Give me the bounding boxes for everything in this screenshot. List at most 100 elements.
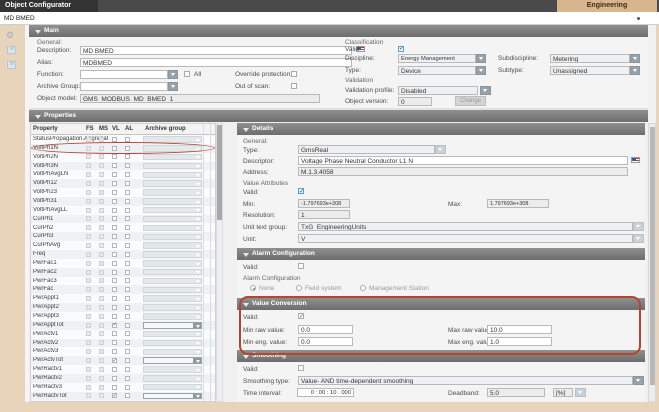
fs-checkbox[interactable] [86,181,91,186]
archive-group-dropdown[interactable] [143,163,202,170]
al-checkbox[interactable] [125,190,130,195]
vl-checkbox[interactable] [112,296,117,301]
vl-checkbox[interactable] [112,261,117,266]
archive-group-dropdown[interactable] [143,260,202,267]
subtype-dropdown[interactable]: Unassigned [550,66,630,75]
al-checkbox[interactable] [125,181,130,186]
unit-dropdown[interactable]: V [298,234,633,243]
section-header-details[interactable]: Details [237,123,645,135]
table-row[interactable]: PwrActv2 [31,339,215,348]
archive-group-dropdown[interactable] [143,393,202,400]
archive-group-dropdown[interactable] [143,207,202,214]
us-flag-icon[interactable] [631,157,640,163]
archive-group-dropdown[interactable] [143,295,202,302]
vl-checkbox[interactable] [112,314,117,319]
al-checkbox[interactable] [125,305,130,310]
table-row[interactable]: PwrFac [31,285,215,294]
ms-checkbox[interactable] [99,376,104,381]
al-checkbox[interactable] [125,137,130,142]
ms-checkbox[interactable] [99,358,104,363]
ms-checkbox[interactable] [99,243,104,248]
vl-checkbox[interactable] [112,172,117,177]
vl-checkbox[interactable] [112,181,117,186]
smoothing-type-dropdown[interactable]: Value- AND time-dependent smoothing [298,376,633,385]
ms-checkbox[interactable] [99,393,104,398]
archive-group-dropdown[interactable] [143,366,202,373]
ms-checkbox[interactable] [99,385,104,390]
fs-checkbox[interactable] [86,331,91,336]
fs-checkbox[interactable] [86,199,91,204]
details-type-dropdown-button[interactable] [435,145,446,154]
validation-profile-dropdown-button[interactable] [480,86,491,95]
table-row[interactable]: PwrAppt1 [31,294,215,303]
type-dropdown-button[interactable] [476,66,486,75]
smoothing-type-dropdown-button[interactable] [633,376,644,385]
fs-checkbox[interactable] [86,225,91,230]
fs-checkbox[interactable] [86,340,91,345]
details-valid-checkbox[interactable] [298,188,304,194]
fs-checkbox[interactable] [86,305,91,310]
al-checkbox[interactable] [125,323,130,328]
vl-checkbox[interactable] [112,349,117,354]
archive-group-dropdown[interactable] [80,82,168,91]
table-row[interactable]: VoltPhAvgLN [31,170,215,179]
vl-checkbox[interactable] [112,340,117,345]
vl-checkbox[interactable] [112,278,117,283]
archive-group-dropdown[interactable] [143,251,202,258]
fs-checkbox[interactable] [86,154,91,159]
radio-management-station[interactable] [360,285,366,291]
al-checkbox[interactable] [125,243,130,248]
subdiscipline-dropdown[interactable]: Metering [550,54,630,63]
table-row[interactable]: PwrRactv2 [31,374,215,383]
ms-checkbox[interactable] [99,323,104,328]
al-checkbox[interactable] [125,172,130,177]
out-of-scan-checkbox[interactable] [291,83,297,89]
gear-icon[interactable]: ⚙ [6,30,17,40]
fs-checkbox[interactable] [86,252,91,257]
ms-checkbox[interactable] [99,252,104,257]
vl-checkbox[interactable] [112,367,117,372]
archive-group-dropdown[interactable] [143,357,202,364]
vl-checkbox[interactable] [112,376,117,381]
ms-checkbox[interactable] [99,340,104,345]
fs-checkbox[interactable] [86,163,91,168]
al-checkbox[interactable] [125,270,130,275]
archive-group-dropdown[interactable] [143,304,202,311]
table-row[interactable]: PwrRactv3 [31,383,215,392]
table-row[interactable]: PwrFac2 [31,268,215,277]
save-icon[interactable] [7,46,16,54]
fs-checkbox[interactable] [86,270,91,275]
al-checkbox[interactable] [125,314,130,319]
al-checkbox[interactable] [125,393,130,398]
archive-group-dropdown[interactable] [143,278,202,285]
smoothing-valid-checkbox[interactable] [298,365,304,371]
discipline-dropdown-button[interactable] [476,54,486,63]
details-scrollbar-thumb[interactable] [650,127,655,385]
type-dropdown[interactable]: Device [398,66,476,75]
archive-group-dropdown[interactable] [143,384,202,391]
subtype-dropdown-button[interactable] [630,66,640,75]
vl-checkbox[interactable] [112,287,117,292]
table-row[interactable]: PwrFac1 [31,259,215,268]
ms-checkbox[interactable] [99,234,104,239]
al-checkbox[interactable] [125,376,130,381]
deadband-unit-dropdown-button[interactable] [575,388,586,397]
vl-checkbox[interactable] [112,234,117,239]
unit-text-group-dropdown-button[interactable] [633,222,644,231]
al-checkbox[interactable] [125,234,130,239]
section-header-properties[interactable]: Properties [29,110,648,122]
archive-group-dropdown[interactable] [143,287,202,294]
fs-checkbox[interactable] [86,349,91,354]
override-protection-checkbox[interactable] [291,71,297,77]
al-checkbox[interactable] [125,154,130,159]
fs-checkbox[interactable] [86,137,91,142]
vl-checkbox[interactable] [112,190,117,195]
archive-group-dropdown[interactable] [143,242,202,249]
vl-checkbox[interactable] [112,393,117,398]
ms-checkbox[interactable] [99,225,104,230]
function-dropdown[interactable] [80,70,168,79]
fs-checkbox[interactable] [86,278,91,283]
change-button[interactable]: Change [455,96,486,106]
table-row[interactable]: CurPh2 [31,224,215,233]
archive-group-dropdown[interactable] [143,225,202,232]
